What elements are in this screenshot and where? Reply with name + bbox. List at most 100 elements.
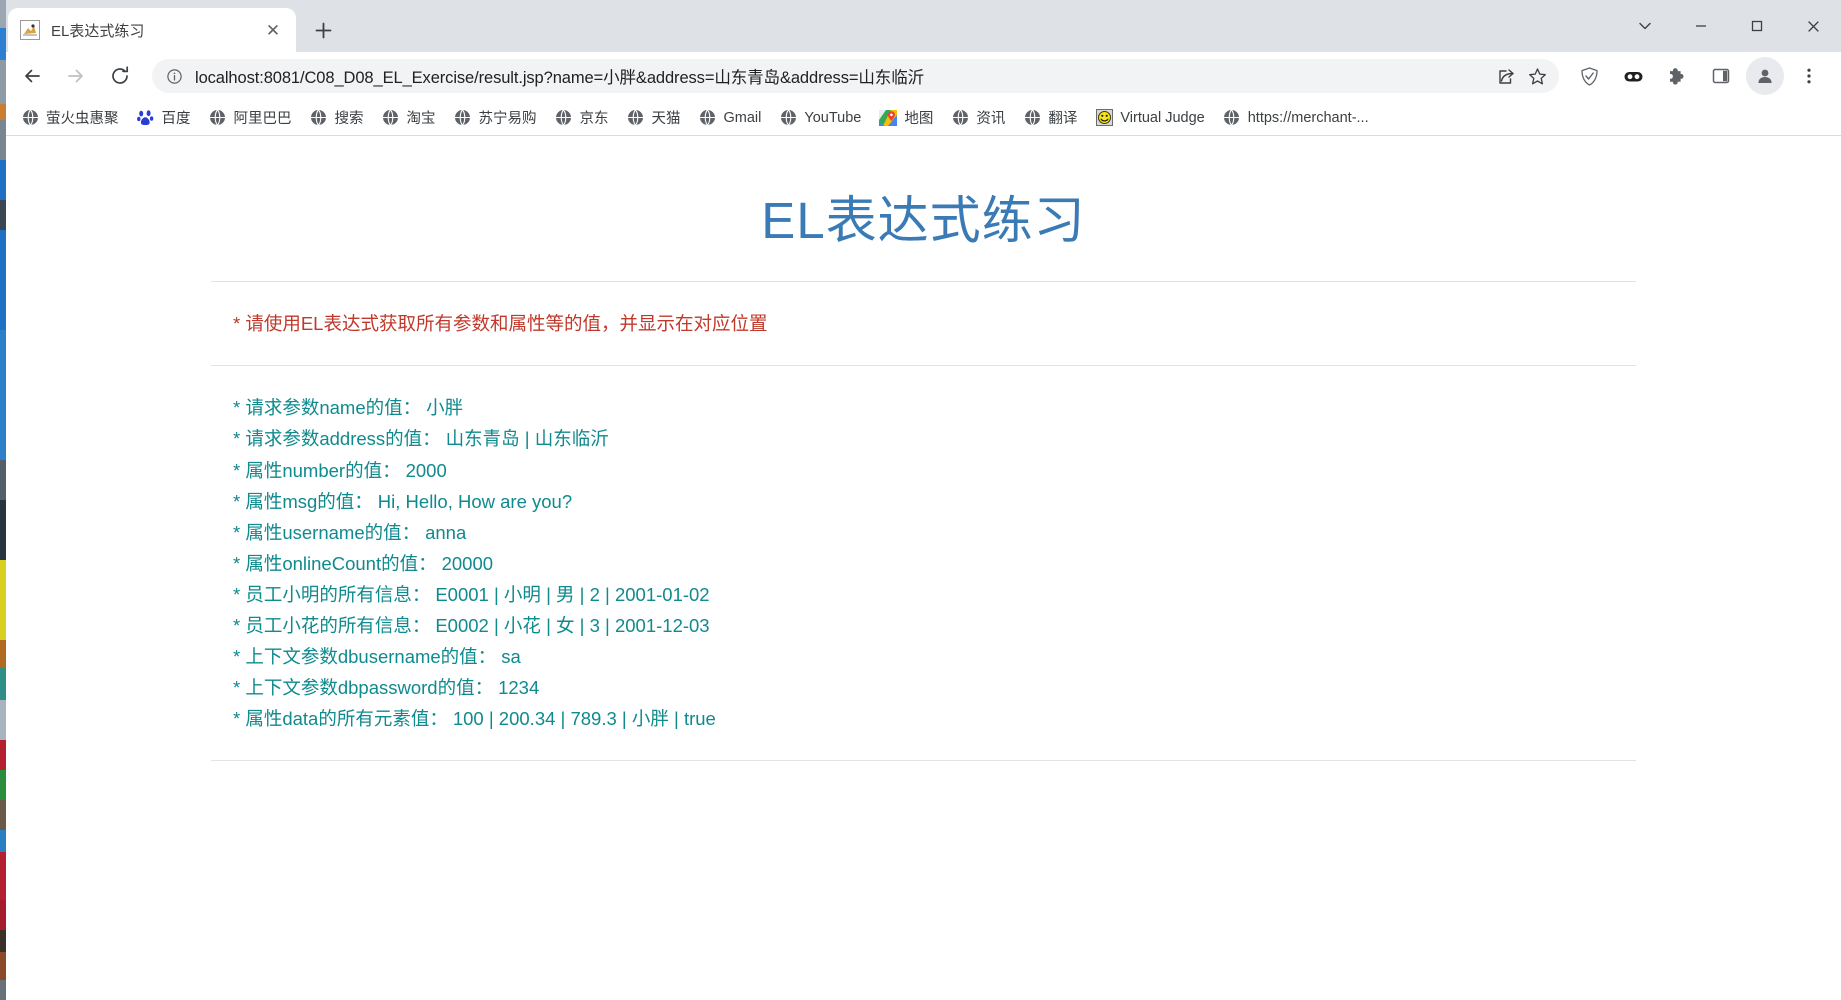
result-row: * 员工小花的所有信息： E0002 | 小花 | 女 | 3 | 2001-12… <box>233 610 1636 641</box>
minimize-button[interactable] <box>1673 0 1729 52</box>
maximize-button[interactable] <box>1729 0 1785 52</box>
results-list: * 请求参数name的值： 小胖 * 请求参数address的值： 山东青岛 | 山… <box>211 366 1636 760</box>
result-row: * 上下文参数dbpassword的值： 1234 <box>233 672 1636 703</box>
bookmark-label: 翻译 <box>1048 111 1078 127</box>
result-label: * 员工小明的所有信息： <box>233 583 431 605</box>
bookmark-item[interactable]: 京东 <box>546 104 618 132</box>
back-button[interactable] <box>13 57 51 95</box>
forward-arrow-icon <box>68 69 83 83</box>
forward-button[interactable] <box>57 57 95 95</box>
virtual-judge-icon <box>1095 109 1113 127</box>
bookmark-label: 资讯 <box>976 111 1006 127</box>
bookmark-label: 天猫 <box>651 111 681 127</box>
bookmark-label: 京东 <box>579 111 609 127</box>
profile-avatar-icon[interactable] <box>1746 57 1784 95</box>
result-value: E0001 | 小明 | 男 | 2 | 2001-01-02 <box>435 583 710 605</box>
globe-icon <box>1023 109 1041 127</box>
desktop-edge-strip <box>0 0 6 1000</box>
bookmark-item[interactable]: YouTube <box>770 104 870 132</box>
bookmark-label: 阿里巴巴 <box>233 111 292 127</box>
three-dot-menu-icon[interactable] <box>1790 57 1828 95</box>
share-icon[interactable] <box>1489 60 1521 92</box>
notice-text: * 请使用EL表达式获取所有参数和属性等的值，并显示在对应位置 <box>233 312 768 334</box>
close-window-button[interactable] <box>1785 0 1841 52</box>
shield-icon[interactable] <box>1570 57 1608 95</box>
result-label: * 属性onlineCount的值： <box>233 552 437 574</box>
globe-icon <box>454 109 472 127</box>
bookmark-item[interactable]: 阿里巴巴 <box>200 104 301 132</box>
bookmark-label: 淘宝 <box>406 111 436 127</box>
bookmark-star-icon[interactable] <box>1521 60 1553 92</box>
extension-dark-icon[interactable] <box>1614 57 1652 95</box>
new-tab-button[interactable] <box>306 13 340 47</box>
toolbar-right-icons <box>1567 57 1831 95</box>
site-information-icon[interactable] <box>164 66 184 86</box>
result-label: * 上下文参数dbpassword的值： <box>233 677 494 699</box>
globe-icon <box>699 109 717 127</box>
bookmarks-bar: 萤火虫惠聚 百度 阿里巴巴 搜索 淘宝 苏宁易购 京东 天猫 Gmail You… <box>0 100 1841 136</box>
result-row: * 上下文参数dbusername的值： sa <box>233 641 1636 672</box>
bookmark-item[interactable]: Gmail <box>690 104 771 132</box>
maximize-icon <box>1751 20 1763 32</box>
bookmark-item[interactable]: 资讯 <box>942 104 1014 132</box>
tab-search-button[interactable] <box>1617 0 1673 52</box>
globe-icon <box>310 109 328 127</box>
result-value: 小胖 <box>426 397 464 419</box>
google-maps-icon <box>879 109 898 127</box>
bookmark-label: 搜索 <box>334 111 364 127</box>
address-bar[interactable]: localhost:8081/C08_D08_EL_Exercise/resul… <box>152 59 1559 93</box>
minimize-icon <box>1696 25 1706 27</box>
bookmark-item[interactable]: 淘宝 <box>373 104 445 132</box>
window-controls <box>1617 0 1841 52</box>
bookmark-label: YouTube <box>804 109 862 126</box>
result-label: * 属性number的值： <box>233 459 401 481</box>
side-panel-icon[interactable] <box>1702 57 1740 95</box>
globe-icon <box>627 109 645 127</box>
result-row: * 属性onlineCount的值： 20000 <box>233 548 1636 579</box>
bookmark-label: https://merchant-... <box>1247 109 1369 126</box>
bookmark-item[interactable]: 地图 <box>870 104 942 132</box>
tab-title: EL表达式练习 <box>51 22 145 40</box>
result-label: * 属性data的所有元素值： <box>233 708 448 730</box>
result-value: sa <box>501 646 521 668</box>
result-value: Hi, Hello, How are you? <box>377 490 573 512</box>
result-value: 1234 <box>498 677 540 699</box>
close-icon <box>1807 20 1819 32</box>
result-label: * 属性msg的值： <box>233 490 373 512</box>
divider-bottom <box>211 760 1636 762</box>
bookmark-label: 地图 <box>904 111 934 127</box>
reload-button[interactable] <box>101 57 139 95</box>
result-value: anna <box>425 521 467 543</box>
result-value: 2000 <box>405 459 447 481</box>
puzzle-extensions-icon[interactable] <box>1658 57 1696 95</box>
chevron-down-icon <box>1639 22 1651 30</box>
globe-icon <box>1223 109 1241 127</box>
url-text[interactable]: localhost:8081/C08_D08_EL_Exercise/resul… <box>195 64 1489 88</box>
bookmark-item[interactable]: 天猫 <box>618 104 690 132</box>
globe-icon <box>951 109 969 127</box>
globe-icon <box>21 109 39 127</box>
result-row: * 属性data的所有元素值： 100 | 200.34 | 789.3 | 小胖… <box>233 703 1636 734</box>
bookmark-item[interactable]: 搜索 <box>301 104 373 132</box>
result-value: E0002 | 小花 | 女 | 3 | 2001-12-03 <box>435 614 710 636</box>
result-label: * 上下文参数dbusername的值： <box>233 646 497 668</box>
bookmark-item[interactable]: https://merchant-... <box>1214 104 1378 132</box>
globe-icon <box>209 109 227 127</box>
bookmark-item[interactable]: 百度 <box>128 104 200 132</box>
close-icon[interactable]: ✕ <box>262 19 284 41</box>
bookmark-item[interactable]: 翻译 <box>1014 104 1086 132</box>
result-row: * 请求参数address的值： 山东青岛 | 山东临沂 <box>233 423 1636 454</box>
plus-icon <box>315 22 331 38</box>
result-row: * 属性number的值： 2000 <box>233 455 1636 486</box>
result-label: * 请求参数name的值： <box>233 397 422 419</box>
bookmark-item[interactable]: 苏宁易购 <box>445 104 546 132</box>
result-label: * 属性username的值： <box>233 521 421 543</box>
bookmark-item[interactable]: 萤火虫惠聚 <box>12 104 128 132</box>
globe-icon <box>382 109 400 127</box>
reload-icon <box>112 66 129 84</box>
result-label: * 请求参数address的值： <box>233 428 441 450</box>
result-row: * 属性username的值： anna <box>233 517 1636 548</box>
back-arrow-icon <box>25 69 40 83</box>
browser-tab[interactable]: EL表达式练习 ✕ <box>8 8 296 52</box>
bookmark-item[interactable]: Virtual Judge <box>1086 104 1213 132</box>
